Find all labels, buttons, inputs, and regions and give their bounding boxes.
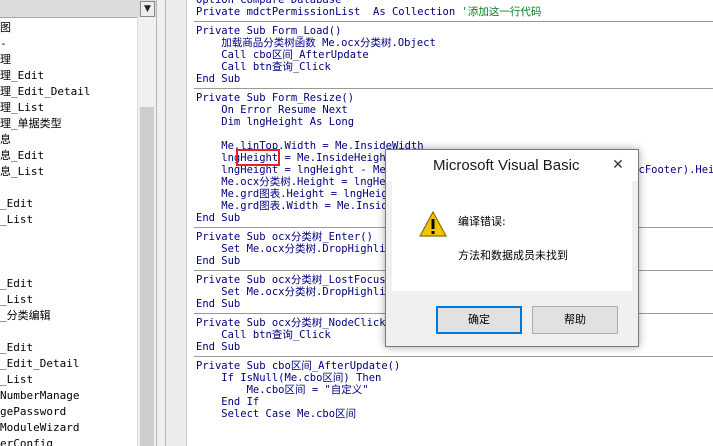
procedure-separator xyxy=(194,353,713,360)
tree-item[interactable]: 理_List xyxy=(0,100,90,116)
code-text: Me.cbo区间 = "自定义" xyxy=(196,384,369,396)
tree-item[interactable] xyxy=(0,180,90,196)
code-text: Set Me.ocx分类树.DropHighlight xyxy=(196,286,405,298)
code-text: Dim lngHeight As Long xyxy=(196,116,355,128)
code-text: Me.ocx分类树.Height = lngHeight xyxy=(196,176,411,188)
code-text: End Sub xyxy=(196,341,241,353)
tree-item[interactable] xyxy=(0,244,90,260)
code-text: Set Me.ocx分类树.DropHighlight xyxy=(196,243,405,255)
tree-item[interactable]: 理 xyxy=(0,52,90,68)
code-line[interactable]: End Sub xyxy=(196,73,711,85)
code-text: End Sub xyxy=(196,298,241,310)
tree-item[interactable] xyxy=(0,260,90,276)
explorer-scrollbar-thumb[interactable] xyxy=(140,107,154,446)
code-text: Call cbo区间_AfterUpdate xyxy=(196,49,369,61)
code-line[interactable]: End If xyxy=(196,396,711,408)
tree-item[interactable]: gePassword xyxy=(0,404,90,420)
pane-splitter[interactable] xyxy=(156,0,166,446)
error-highlight-box xyxy=(236,149,280,166)
code-line[interactable]: Me.cbo区间 = "自定义" xyxy=(196,384,711,396)
code-text: End Sub xyxy=(196,73,241,85)
close-icon[interactable]: ✕ xyxy=(604,153,632,177)
tree-item[interactable]: _Edit xyxy=(0,196,90,212)
code-text: Private mdctPermissionList As Collection xyxy=(196,6,462,18)
dialog-titlebar[interactable]: Microsoft Visual Basic ✕ xyxy=(386,150,638,181)
code-line[interactable]: Call cbo区间_AfterUpdate xyxy=(196,49,711,61)
code-line[interactable]: If IsNull(Me.cbo区间) Then xyxy=(196,372,711,384)
code-line[interactable]: Private Sub cbo区间_AfterUpdate() xyxy=(196,360,711,372)
project-explorer: ▼ 图 - 理理_Edit 理_Edit_Detail 理_List 理_单据类型息息_E… xyxy=(0,0,156,446)
tree-item[interactable]: _List xyxy=(0,212,90,228)
explorer-dropdown-button[interactable]: ▼ xyxy=(140,1,155,17)
tree-item[interactable]: 理_Edit xyxy=(0,68,90,84)
code-text: 加载商品分类树函数 Me.ocx分类树.Object xyxy=(196,37,436,49)
code-text: Private Sub Form_Resize() xyxy=(196,92,355,104)
code-line[interactable]: Private Sub Form_Load() xyxy=(196,25,711,37)
tree-item[interactable]: 图 xyxy=(0,20,90,36)
code-text: End Sub xyxy=(196,255,241,267)
tree-item[interactable]: ModuleWizard xyxy=(0,420,90,436)
warning-icon xyxy=(419,211,447,237)
code-line[interactable]: Select Case Me.cbo区间 xyxy=(196,408,711,420)
tree-item[interactable] xyxy=(0,324,90,340)
code-text: Call btn查询_Click xyxy=(196,329,331,341)
code-text: If IsNull(Me.cbo区间) Then xyxy=(196,372,382,384)
dialog-title: Microsoft Visual Basic xyxy=(433,157,580,174)
code-text: lngHeight = Me.InsideHeight xyxy=(196,152,392,164)
tree-item[interactable]: _Edit xyxy=(0,276,90,292)
explorer-toolbar: ▼ xyxy=(0,0,156,18)
code-text: End Sub xyxy=(196,212,241,224)
tree-item[interactable]: 理_单据类型 xyxy=(0,116,90,132)
ok-button[interactable]: 确定 xyxy=(436,306,522,334)
code-line[interactable]: Private mdctPermissionList As Collection… xyxy=(196,6,711,18)
code-line[interactable]: Call btn查询_Click xyxy=(196,61,711,73)
code-text: Private Sub cbo区间_AfterUpdate() xyxy=(196,360,401,372)
code-text: End If xyxy=(196,396,260,408)
tree-item[interactable]: 息_List xyxy=(0,164,90,180)
code-text: Private Sub ocx分类树_LostFocus() xyxy=(196,274,399,286)
code-line[interactable]: Dim lngHeight As Long xyxy=(196,116,711,128)
code-comment: '添加这一行代码 xyxy=(461,6,542,18)
help-button[interactable]: 帮助 xyxy=(532,306,618,334)
tree-item[interactable]: - xyxy=(0,36,90,52)
dialog-heading: 编译错误: xyxy=(458,215,506,228)
tree-item[interactable] xyxy=(0,228,90,244)
tree-item[interactable]: erConfig xyxy=(0,436,90,446)
code-text: Private Sub Form_Load() xyxy=(196,25,342,37)
tree-item[interactable]: 理_Edit_Detail xyxy=(0,84,90,100)
tree-item[interactable]: _Edit_Detail xyxy=(0,356,90,372)
code-line[interactable]: 加载商品分类树函数 Me.ocx分类树.Object xyxy=(196,37,711,49)
code-text: Private Sub ocx分类树_Enter() xyxy=(196,231,373,243)
dialog-body: 编译错误: 方法和数据成员未找到 xyxy=(392,181,632,291)
tree-item[interactable]: 息 xyxy=(0,132,90,148)
code-text: On Error Resume Next xyxy=(196,104,348,116)
tree-item[interactable]: _Edit xyxy=(0,340,90,356)
explorer-scrollbar[interactable] xyxy=(137,17,156,446)
code-line[interactable]: On Error Resume Next xyxy=(196,104,711,116)
code-text: Call btn查询_Click xyxy=(196,61,331,73)
code-text: Select Case Me.cbo区间 xyxy=(196,408,357,420)
code-line[interactable]: Private Sub Form_Resize() xyxy=(196,92,711,104)
tree-item[interactable]: 息_Edit xyxy=(0,148,90,164)
explorer-tree: 图 - 理理_Edit 理_Edit_Detail 理_List 理_单据类型息息_Edi… xyxy=(0,20,90,446)
procedure-separator xyxy=(194,18,713,25)
code-text: Me.grd图表.Height = lngHeight xyxy=(196,188,401,200)
procedure-separator xyxy=(194,85,713,92)
tree-item[interactable]: _List xyxy=(0,292,90,308)
tree-item[interactable]: _List xyxy=(0,372,90,388)
tree-item[interactable]: NumberManage xyxy=(0,388,90,404)
code-line[interactable] xyxy=(196,128,711,140)
compile-error-dialog: Microsoft Visual Basic ✕ 编译错误: 方法和数据成员未找… xyxy=(385,149,639,347)
code-margin xyxy=(166,0,187,446)
tree-item[interactable]: _分类编辑 xyxy=(0,308,90,324)
dialog-message: 方法和数据成员未找到 xyxy=(458,249,568,262)
